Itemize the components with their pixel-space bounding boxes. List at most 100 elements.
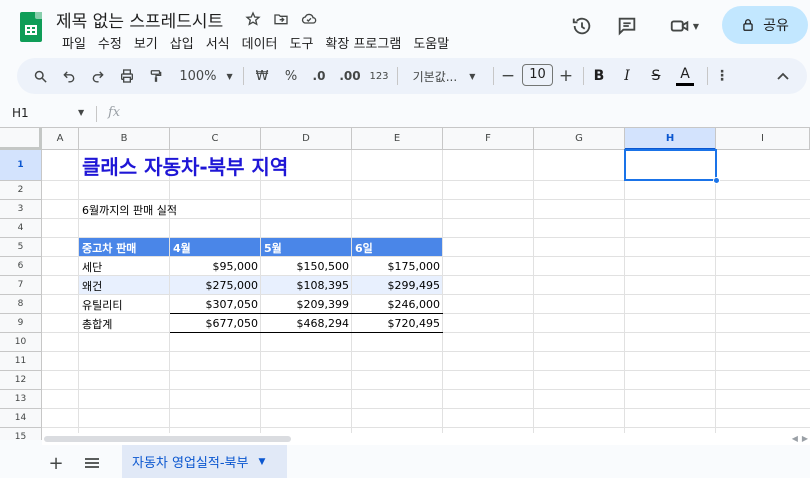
cell-b1-title[interactable]: 클래스 자동차-북부 지역 — [79, 150, 291, 181]
column-header-e[interactable]: E — [352, 128, 443, 150]
row-header-5[interactable]: 5 — [0, 238, 42, 257]
sheet-tab-active[interactable]: 자동차 영업실적-북부 ▼ — [122, 445, 287, 478]
horizontal-scrollbar[interactable]: ◀ ▶ — [42, 433, 810, 445]
table-cell-value[interactable]: $246,000 — [352, 295, 443, 314]
row-header-15[interactable]: 15 — [0, 428, 42, 440]
currency-format-button[interactable]: ₩ — [251, 58, 273, 94]
decrease-font-size-button[interactable]: − — [499, 58, 517, 94]
all-sheets-icon[interactable] — [80, 451, 104, 475]
active-cell-h1[interactable] — [624, 149, 717, 181]
strikethrough-button[interactable]: S — [646, 58, 666, 94]
select-all-corner[interactable] — [0, 128, 42, 150]
menu-view[interactable]: 보기 — [128, 33, 164, 52]
paint-format-icon[interactable] — [145, 58, 167, 94]
collapse-toolbar-icon[interactable] — [773, 58, 793, 94]
menu-extensions[interactable]: 확장 프로그램 — [319, 33, 407, 52]
row-header-2[interactable]: 2 — [0, 181, 42, 200]
row-header-8[interactable]: 8 — [0, 295, 42, 314]
row-header-9[interactable]: 9 — [0, 314, 42, 333]
text-color-button[interactable]: A — [673, 58, 697, 94]
table-cell-total[interactable]: $720,495 — [352, 314, 443, 333]
scrollbar-thumb[interactable] — [44, 436, 291, 442]
table-cell-label[interactable]: 왜건 — [79, 276, 170, 295]
increase-decimal-button[interactable]: .00 — [335, 58, 365, 94]
row-header-4[interactable]: 4 — [0, 219, 42, 238]
column-header-a[interactable]: A — [42, 128, 79, 150]
table-cell-value[interactable]: $299,495 — [352, 276, 443, 295]
menu-tools[interactable]: 도구 — [284, 33, 320, 52]
print-icon[interactable] — [116, 58, 138, 94]
table-cell-value[interactable]: $209,399 — [261, 295, 352, 314]
menu-help[interactable]: 도움말 — [407, 33, 455, 52]
column-header-h[interactable]: H — [625, 128, 716, 150]
add-sheet-icon[interactable]: + — [44, 451, 68, 475]
scroll-right-icon[interactable]: ▶ — [802, 434, 808, 443]
table-cell-value[interactable]: $95,000 — [170, 257, 261, 276]
font-size-input[interactable]: 10 — [522, 64, 553, 86]
increase-font-size-button[interactable]: + — [557, 58, 575, 94]
row-header-7[interactable]: 7 — [0, 276, 42, 295]
cell-b3-subtitle[interactable]: 6월까지의 판매 실적 — [79, 200, 180, 219]
table-header-cell[interactable]: 4월 — [170, 238, 194, 257]
menu-data[interactable]: 데이터 — [236, 33, 284, 52]
fill-handle[interactable] — [713, 177, 720, 184]
font-select[interactable]: 기본값... ▼ — [403, 58, 485, 94]
sheet-tab-menu-icon[interactable]: ▼ — [258, 457, 265, 467]
row-header-11[interactable]: 11 — [0, 352, 42, 371]
comment-icon[interactable] — [613, 12, 641, 40]
table-cell-total[interactable]: $677,050 — [170, 314, 261, 333]
cloud-status-icon[interactable] — [299, 9, 319, 29]
zoom-select[interactable]: 100% ▼ — [175, 58, 237, 94]
name-box-dropdown-icon[interactable]: ▼ — [78, 108, 84, 117]
column-header-c[interactable]: C — [170, 128, 261, 150]
row-header-13[interactable]: 13 — [0, 390, 42, 409]
redo-icon[interactable] — [87, 58, 109, 94]
table-header-cell[interactable]: 6일 — [352, 238, 376, 257]
italic-button[interactable]: I — [617, 58, 637, 94]
table-cell-value[interactable]: $275,000 — [170, 276, 261, 295]
table-cell-value[interactable]: $108,395 — [261, 276, 352, 295]
menu-format[interactable]: 서식 — [200, 33, 236, 52]
menu-insert[interactable]: 삽입 — [164, 33, 200, 52]
table-header-cell[interactable]: 5월 — [261, 238, 285, 257]
meet-icon[interactable]: ▼ — [662, 12, 706, 40]
table-cell-label[interactable]: 유틸리티 — [79, 295, 170, 314]
column-header-d[interactable]: D — [261, 128, 352, 150]
table-cell-value[interactable]: $307,050 — [170, 295, 261, 314]
decrease-decimal-button[interactable]: .0 — [307, 58, 331, 94]
table-cell-total-label[interactable]: 총합계 — [79, 314, 170, 333]
sheet-grid[interactable]: A B C D E F G H I 1 2 3 4 5 6 7 8 9 10 1… — [0, 127, 810, 440]
menu-file[interactable]: 파일 — [56, 33, 92, 52]
name-box[interactable]: H1 — [12, 106, 29, 120]
column-header-f[interactable]: F — [443, 128, 534, 150]
row-header-3[interactable]: 3 — [0, 200, 42, 219]
row-header-12[interactable]: 12 — [0, 371, 42, 390]
star-icon[interactable] — [243, 9, 263, 29]
table-cell-label[interactable]: 세단 — [79, 257, 170, 276]
undo-icon[interactable] — [58, 58, 80, 94]
table-cell-value[interactable]: $175,000 — [352, 257, 443, 276]
document-title[interactable]: 제목 없는 스프레드시트 — [56, 7, 223, 32]
table-cell-value[interactable]: $150,500 — [261, 257, 352, 276]
share-button[interactable]: 공유 — [722, 6, 808, 44]
table-cell-total[interactable]: $468,294 — [261, 314, 352, 333]
row-header-1[interactable]: 1 — [0, 150, 42, 181]
column-header-b[interactable]: B — [79, 128, 170, 150]
row-header-6[interactable]: 6 — [0, 257, 42, 276]
sheets-logo-icon[interactable] — [20, 12, 42, 42]
column-header-g[interactable]: G — [534, 128, 625, 150]
history-icon[interactable] — [568, 12, 596, 40]
table-header-cell[interactable]: 중고차 판매 — [79, 238, 139, 257]
number-format-button[interactable]: 123 — [367, 58, 391, 94]
scroll-left-icon[interactable]: ◀ — [792, 434, 798, 443]
percent-format-button[interactable]: % — [280, 58, 302, 94]
column-header-i[interactable]: I — [716, 128, 810, 150]
menu-edit[interactable]: 수정 — [92, 33, 128, 52]
bold-button[interactable]: B — [589, 58, 609, 94]
row-header-10[interactable]: 10 — [0, 333, 42, 352]
search-icon[interactable] — [29, 58, 51, 94]
font-value: 기본값... — [412, 69, 458, 84]
move-folder-icon[interactable] — [271, 9, 291, 29]
more-options-icon[interactable]: ⋮ — [713, 58, 731, 94]
row-header-14[interactable]: 14 — [0, 409, 42, 428]
